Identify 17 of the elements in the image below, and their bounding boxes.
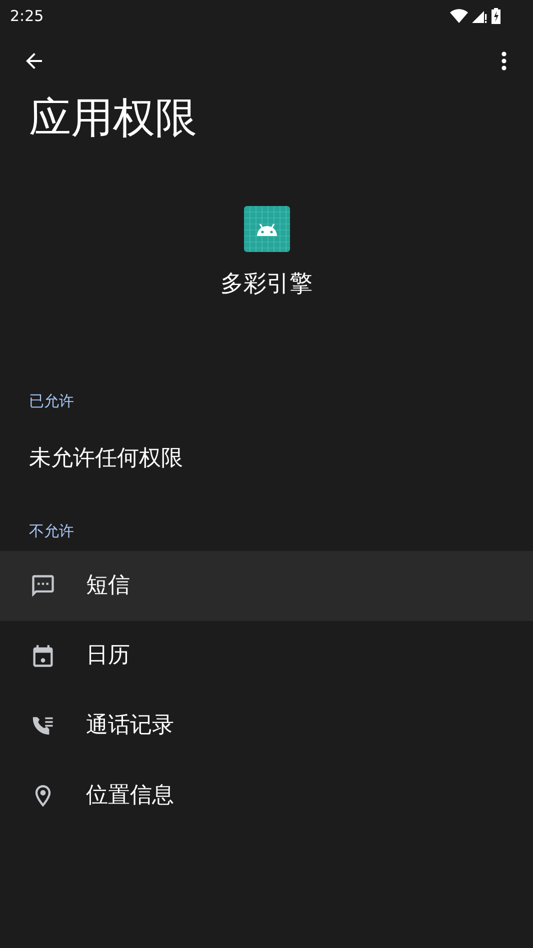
permission-label: 短信 (86, 572, 130, 600)
app-icon (244, 206, 290, 252)
wifi-icon (450, 9, 468, 23)
app-name: 多彩引擎 (220, 270, 312, 299)
signal-icon (472, 9, 487, 23)
section-header: 已允许 (28, 391, 75, 412)
page-title: 应用权限 (28, 92, 198, 144)
empty-permissions-text: 未允许任何权限 (28, 445, 184, 473)
more-options-icon (501, 51, 507, 71)
section-header: 不允许 (28, 521, 75, 542)
permission-label: 位置信息 (86, 782, 174, 810)
status-time: 2:25 (10, 6, 44, 27)
permission-label: 通话记录 (86, 712, 174, 740)
message-icon (30, 573, 56, 599)
battery-charging-icon (491, 8, 501, 24)
permission-item[interactable]: 短信 (0, 551, 533, 621)
permission-label: 日历 (86, 642, 130, 670)
